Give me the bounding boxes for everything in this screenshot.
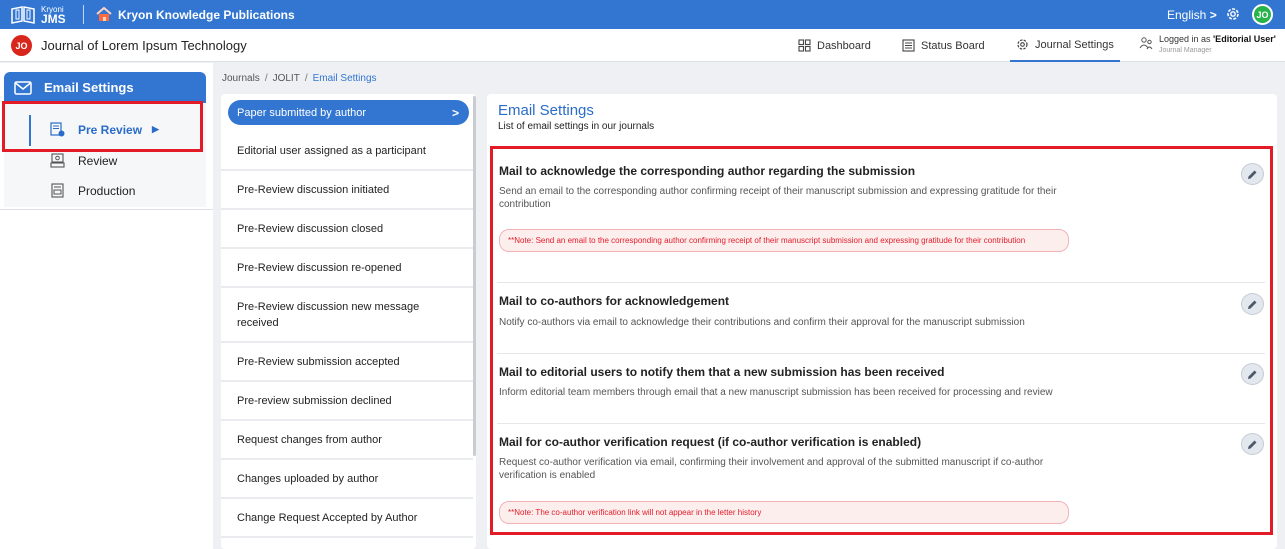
user-role: Journal Manager — [1159, 47, 1212, 54]
event-label: Pre-Review discussion closed — [237, 222, 384, 235]
language-selector[interactable]: English > — [1167, 8, 1217, 22]
breadcrumb: Journals / JOLIT / Email Settings — [222, 73, 377, 84]
sidebar-title: Email Settings — [44, 80, 134, 95]
nav-dashboard-label: Dashboard — [817, 39, 871, 52]
event-item[interactable]: Pre-review submission declined — [221, 382, 473, 421]
page-title: Email Settings — [498, 102, 594, 119]
books-logo-icon — [11, 5, 35, 24]
settings-icon — [1017, 39, 1028, 50]
nav-journal-settings-label: Journal Settings — [1035, 38, 1114, 51]
sidebar-email-settings[interactable]: Email Settings — [4, 72, 206, 103]
event-label: Pre-review submission declined — [237, 394, 392, 407]
event-item[interactable]: Pre-Review discussion closed — [221, 210, 473, 249]
publisher-name[interactable]: Kryon Knowledge Publications — [118, 8, 295, 22]
event-label: Change Request Accepted by Author — [237, 511, 418, 524]
logged-in-prefix: Logged in as — [1159, 34, 1214, 44]
event-label: Paper submitted by author — [237, 106, 367, 119]
production-icon — [51, 183, 64, 198]
event-item[interactable]: Change Request Accepted by Author — [221, 499, 473, 538]
breadcrumb-separator: / — [304, 73, 308, 84]
top-bar: Kryoni JMS Kryon Knowledge Publications … — [0, 0, 1285, 29]
event-item[interactable]: Pre-Review discussion re-opened — [221, 249, 473, 288]
event-label: Changes uploaded by author — [237, 472, 379, 485]
event-label: Request changes from author — [237, 433, 382, 446]
event-label: Pre-Review discussion initiated — [237, 183, 390, 196]
sidebar-item-label: Review — [78, 153, 118, 168]
sidebar-item-production[interactable]: Production — [50, 183, 135, 198]
scrollbar[interactable] — [473, 96, 476, 456]
chevron-right-icon: > — [1209, 8, 1217, 22]
logged-in-info[interactable]: Logged in as 'Editorial User' Journal Ma… — [1139, 34, 1276, 56]
page-subtitle: List of email settings in our journals — [498, 121, 655, 132]
journal-avatar: JO — [11, 35, 32, 56]
nav-journal-settings[interactable]: Journal Settings — [1010, 29, 1120, 62]
breadcrumb-journals[interactable]: Journals — [222, 73, 260, 84]
user-avatar[interactable]: JO — [1252, 4, 1273, 25]
status-board-icon — [902, 39, 915, 52]
gear-icon[interactable] — [1225, 6, 1241, 22]
event-item[interactable]: Changes uploaded by author — [221, 460, 473, 499]
review-icon — [50, 153, 65, 168]
nav-dashboard[interactable]: Dashboard — [798, 29, 871, 62]
breadcrumb-jolit[interactable]: JOLIT — [273, 73, 300, 84]
event-label: Editorial user assigned as a participant — [237, 144, 426, 157]
home-icon[interactable] — [96, 7, 112, 22]
chevron-right-icon: > — [451, 105, 459, 120]
highlight-box — [490, 146, 1273, 535]
sidebar-item-review[interactable]: Review — [50, 153, 117, 168]
sidebar-item-label: Production — [78, 183, 136, 198]
event-label: Pre-Review discussion new message receiv… — [237, 300, 420, 329]
divider — [83, 5, 84, 24]
user-switch-icon — [1139, 37, 1153, 50]
breadcrumb-current: Email Settings — [312, 73, 377, 84]
dashboard-icon — [798, 39, 811, 52]
event-item[interactable]: Pre-Review discussion initiated — [221, 171, 473, 210]
event-item-paper-submitted[interactable]: Paper submitted by author > — [228, 100, 469, 125]
logged-in-user: 'Editorial User' — [1213, 34, 1276, 44]
breadcrumb-separator: / — [264, 73, 268, 84]
event-item[interactable]: Editorial user assigned as a participant — [221, 132, 473, 171]
email-event-list: Paper submitted by author > Editorial us… — [221, 94, 476, 549]
journal-header: JO Journal of Lorem Ipsum Technology Das… — [0, 29, 1285, 62]
event-label: Pre-Review submission accepted — [237, 355, 400, 368]
language-label: English — [1167, 8, 1207, 22]
event-item[interactable]: Pre-Review submission accepted — [221, 343, 473, 382]
nav-status-board-label: Status Board — [921, 39, 985, 52]
event-item[interactable]: Pre-Review discussion new message receiv… — [221, 288, 473, 343]
divider — [0, 209, 213, 210]
journal-title: Journal of Lorem Ipsum Technology — [41, 38, 247, 53]
nav-status-board[interactable]: Status Board — [902, 29, 985, 62]
event-item[interactable]: Request changes from author — [221, 421, 473, 460]
app-logo[interactable]: Kryoni JMS — [10, 3, 66, 26]
event-label: Pre-Review discussion re-opened — [237, 261, 402, 274]
mail-settings-icon — [14, 80, 32, 95]
brand-name: JMS — [41, 12, 66, 26]
highlight-box — [2, 101, 203, 152]
